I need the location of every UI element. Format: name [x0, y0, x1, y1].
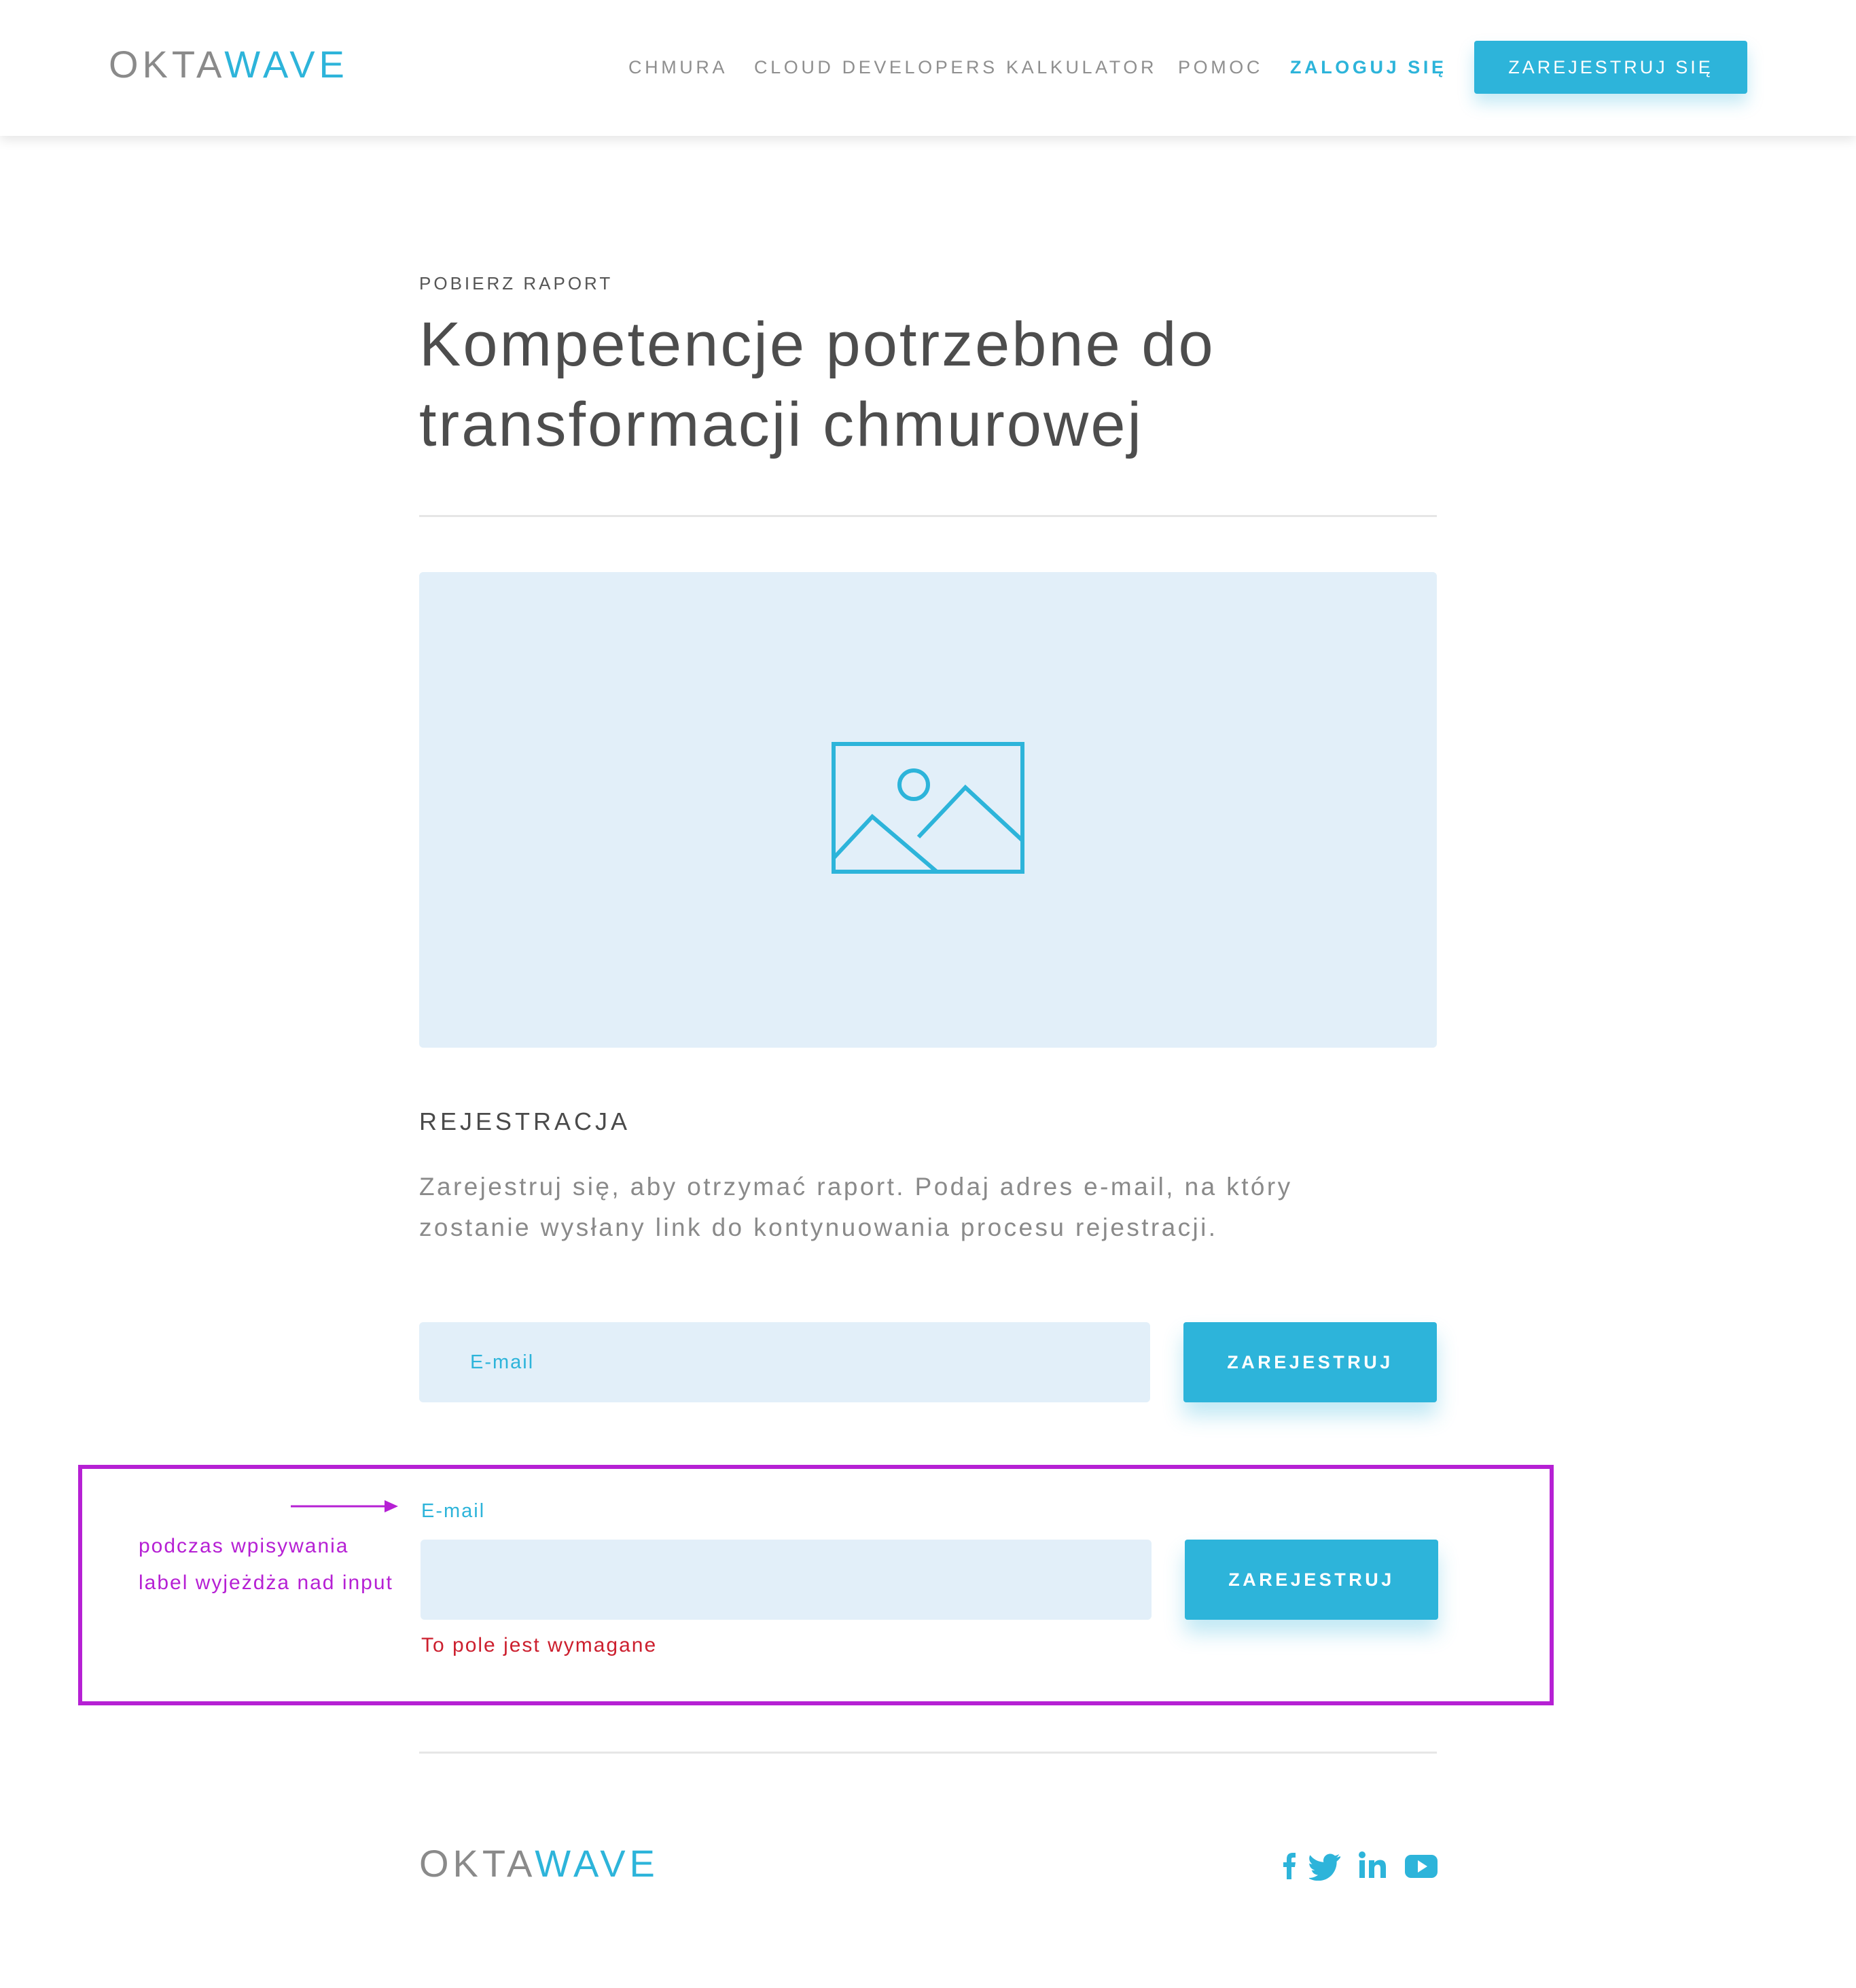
- logo-wave: WAVE: [224, 43, 349, 86]
- footer-logo[interactable]: OKTAWAVE: [419, 1841, 659, 1885]
- registration-description: Zarejestruj się, aby otrzymać raport. Po…: [419, 1173, 1293, 1241]
- email-field-active[interactable]: [421, 1540, 1152, 1620]
- image-placeholder-icon: [832, 742, 1024, 874]
- nav-item-cloud-developers[interactable]: CLOUD DEVELOPERS: [754, 57, 998, 78]
- footer-divider: [419, 1752, 1437, 1754]
- email-floating-label: E-mail: [421, 1500, 486, 1522]
- facebook-icon[interactable]: [1272, 1851, 1306, 1881]
- register-submit-button[interactable]: ZAREJESTRUJ: [1183, 1322, 1437, 1402]
- nav-item-pomoc[interactable]: POMOC: [1178, 57, 1263, 78]
- twitter-icon[interactable]: [1309, 1851, 1343, 1881]
- report-image-placeholder: [419, 572, 1437, 1048]
- title-divider: [419, 515, 1437, 517]
- page-title: Kompetencje potrzebne do transformacji c…: [419, 310, 1215, 459]
- annotation-note: podczas wpisywania label wyjeżdża nad in…: [139, 1535, 393, 1594]
- header-logo[interactable]: OKTAWAVE: [109, 42, 349, 86]
- linkedin-icon[interactable]: [1357, 1851, 1391, 1881]
- email-placeholder-label: E-mail: [470, 1351, 535, 1373]
- logo-okta: OKTA: [419, 1842, 535, 1885]
- register-submit-button-active[interactable]: ZAREJESTRUJ: [1185, 1540, 1438, 1620]
- login-link[interactable]: ZALOGUJ SIĘ: [1290, 57, 1447, 78]
- register-header-button[interactable]: ZAREJESTRUJ SIĘ: [1474, 41, 1747, 94]
- site-header: OKTAWAVE CHMURA CLOUD DEVELOPERS KALKULA…: [0, 0, 1856, 136]
- email-error-message: To pole jest wymagane: [421, 1634, 658, 1656]
- nav-item-kalkulator[interactable]: KALKULATOR: [1006, 57, 1157, 78]
- email-field[interactable]: E-mail: [419, 1322, 1150, 1402]
- nav-item-chmura[interactable]: CHMURA: [628, 57, 728, 78]
- logo-okta: OKTA: [109, 43, 225, 86]
- logo-wave: WAVE: [535, 1842, 659, 1885]
- eyebrow-label: POBIERZ RAPORT: [419, 273, 613, 294]
- youtube-icon[interactable]: [1405, 1851, 1438, 1881]
- annotation-arrow-icon: [291, 1500, 398, 1512]
- registration-title: REJESTRACJA: [419, 1107, 631, 1135]
